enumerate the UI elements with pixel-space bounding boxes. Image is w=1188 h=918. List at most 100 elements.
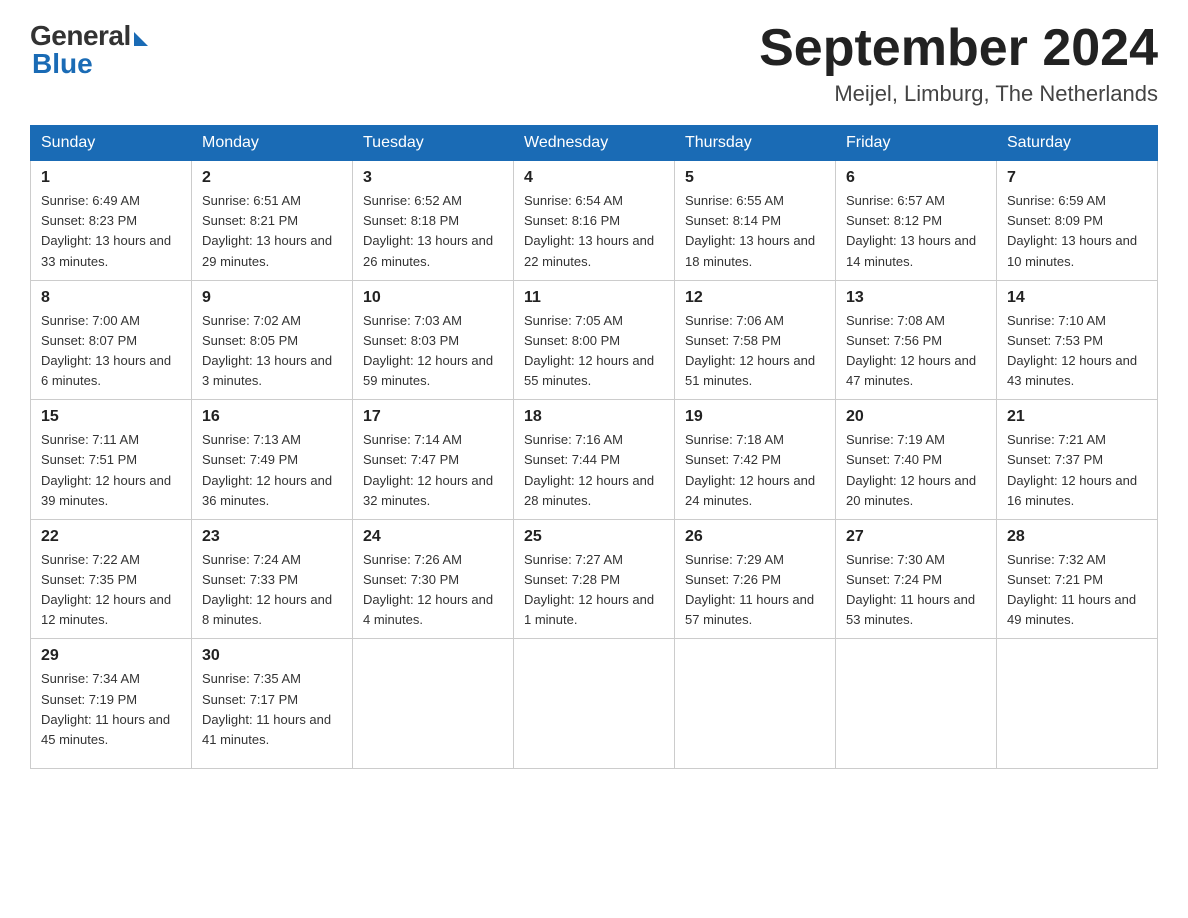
day-number: 27 [846,528,986,546]
day-info: Sunrise: 7:11 AMSunset: 7:51 PMDaylight:… [41,430,181,511]
day-number: 16 [202,408,342,426]
day-info: Sunrise: 7:19 AMSunset: 7:40 PMDaylight:… [846,430,986,511]
day-number: 23 [202,528,342,546]
location: Meijel, Limburg, The Netherlands [759,81,1158,107]
calendar-table: SundayMondayTuesdayWednesdayThursdayFrid… [30,125,1158,769]
logo-arrow-icon [134,32,148,46]
day-info: Sunrise: 7:13 AMSunset: 7:49 PMDaylight:… [202,430,342,511]
calendar-day-cell: 20 Sunrise: 7:19 AMSunset: 7:40 PMDayligh… [836,400,997,520]
day-number: 17 [363,408,503,426]
day-info: Sunrise: 7:34 AMSunset: 7:19 PMDaylight:… [41,669,181,750]
day-info: Sunrise: 7:05 AMSunset: 8:00 PMDaylight:… [524,311,664,392]
calendar-day-cell: 19 Sunrise: 7:18 AMSunset: 7:42 PMDayligh… [675,400,836,520]
day-info: Sunrise: 7:27 AMSunset: 7:28 PMDaylight:… [524,550,664,631]
day-info: Sunrise: 7:32 AMSunset: 7:21 PMDaylight:… [1007,550,1147,631]
day-number: 25 [524,528,664,546]
day-info: Sunrise: 7:35 AMSunset: 7:17 PMDaylight:… [202,669,342,750]
day-number: 28 [1007,528,1147,546]
calendar-day-cell: 16 Sunrise: 7:13 AMSunset: 7:49 PMDayligh… [192,400,353,520]
day-info: Sunrise: 7:30 AMSunset: 7:24 PMDaylight:… [846,550,986,631]
day-number: 15 [41,408,181,426]
day-number: 19 [685,408,825,426]
day-number: 10 [363,289,503,307]
calendar-day-cell: 4 Sunrise: 6:54 AMSunset: 8:16 PMDaylight… [514,161,675,281]
calendar-day-cell [836,639,997,769]
calendar-day-cell: 25 Sunrise: 7:27 AMSunset: 7:28 PMDayligh… [514,519,675,639]
day-info: Sunrise: 7:22 AMSunset: 7:35 PMDaylight:… [41,550,181,631]
calendar-week-row: 8Sunrise: 7:00 AMSunset: 8:07 PMDaylight… [31,280,1158,400]
calendar-day-cell: 7 Sunrise: 6:59 AMSunset: 8:09 PMDaylight… [997,161,1158,281]
day-number: 5 [685,169,825,187]
calendar-week-row: 22 Sunrise: 7:22 AMSunset: 7:35 PMDayligh… [31,519,1158,639]
calendar-day-cell: 9Sunrise: 7:02 AMSunset: 8:05 PMDaylight… [192,280,353,400]
day-of-week-header: Friday [836,126,997,161]
day-number: 26 [685,528,825,546]
day-number: 20 [846,408,986,426]
day-number: 6 [846,169,986,187]
calendar-day-cell: 21 Sunrise: 7:21 AMSunset: 7:37 PMDayligh… [997,400,1158,520]
day-info: Sunrise: 6:51 AMSunset: 8:21 PMDaylight:… [202,191,342,272]
calendar-day-cell: 11 Sunrise: 7:05 AMSunset: 8:00 PMDayligh… [514,280,675,400]
calendar-day-cell: 8Sunrise: 7:00 AMSunset: 8:07 PMDaylight… [31,280,192,400]
day-info: Sunrise: 6:49 AMSunset: 8:23 PMDaylight:… [41,191,181,272]
calendar-day-cell: 18 Sunrise: 7:16 AMSunset: 7:44 PMDayligh… [514,400,675,520]
day-info: Sunrise: 6:55 AMSunset: 8:14 PMDaylight:… [685,191,825,272]
day-of-week-header: Saturday [997,126,1158,161]
day-info: Sunrise: 6:54 AMSunset: 8:16 PMDaylight:… [524,191,664,272]
day-number: 3 [363,169,503,187]
day-number: 29 [41,647,181,665]
calendar-day-cell: 12 Sunrise: 7:06 AMSunset: 7:58 PMDayligh… [675,280,836,400]
day-info: Sunrise: 6:57 AMSunset: 8:12 PMDaylight:… [846,191,986,272]
day-number: 18 [524,408,664,426]
day-number: 8 [41,289,181,307]
page-header: General Blue September 2024 Meijel, Limb… [30,20,1158,107]
calendar-day-cell: 24Sunrise: 7:26 AMSunset: 7:30 PMDayligh… [353,519,514,639]
calendar-day-cell: 1Sunrise: 6:49 AMSunset: 8:23 PMDaylight… [31,161,192,281]
calendar-day-cell: 27 Sunrise: 7:30 AMSunset: 7:24 PMDayligh… [836,519,997,639]
day-info: Sunrise: 7:02 AMSunset: 8:05 PMDaylight:… [202,311,342,392]
day-info: Sunrise: 7:18 AMSunset: 7:42 PMDaylight:… [685,430,825,511]
day-number: 30 [202,647,342,665]
month-title: September 2024 [759,20,1158,77]
day-number: 12 [685,289,825,307]
day-number: 21 [1007,408,1147,426]
calendar-week-row: 1Sunrise: 6:49 AMSunset: 8:23 PMDaylight… [31,161,1158,281]
day-info: Sunrise: 6:59 AMSunset: 8:09 PMDaylight:… [1007,191,1147,272]
logo-blue-text: Blue [30,48,93,80]
day-of-week-header: Sunday [31,126,192,161]
calendar-day-cell: 13 Sunrise: 7:08 AMSunset: 7:56 PMDayligh… [836,280,997,400]
day-of-week-header: Wednesday [514,126,675,161]
day-info: Sunrise: 6:52 AMSunset: 8:18 PMDaylight:… [363,191,503,272]
day-info: Sunrise: 7:21 AMSunset: 7:37 PMDaylight:… [1007,430,1147,511]
day-of-week-header: Thursday [675,126,836,161]
day-info: Sunrise: 7:29 AMSunset: 7:26 PMDaylight:… [685,550,825,631]
calendar-day-cell: 30 Sunrise: 7:35 AMSunset: 7:17 PMDayligh… [192,639,353,769]
calendar-day-cell: 17 Sunrise: 7:14 AMSunset: 7:47 PMDayligh… [353,400,514,520]
title-section: September 2024 Meijel, Limburg, The Neth… [759,20,1158,107]
calendar-day-cell: 29 Sunrise: 7:34 AMSunset: 7:19 PMDayligh… [31,639,192,769]
calendar-header-row: SundayMondayTuesdayWednesdayThursdayFrid… [31,126,1158,161]
day-number: 22 [41,528,181,546]
calendar-week-row: 29 Sunrise: 7:34 AMSunset: 7:19 PMDayligh… [31,639,1158,769]
calendar-day-cell: 14Sunrise: 7:10 AMSunset: 7:53 PMDayligh… [997,280,1158,400]
calendar-day-cell: 23 Sunrise: 7:24 AMSunset: 7:33 PMDayligh… [192,519,353,639]
day-info: Sunrise: 7:06 AMSunset: 7:58 PMDaylight:… [685,311,825,392]
calendar-day-cell: 5 Sunrise: 6:55 AMSunset: 8:14 PMDaylight… [675,161,836,281]
day-number: 7 [1007,169,1147,187]
day-number: 2 [202,169,342,187]
calendar-day-cell: 2 Sunrise: 6:51 AMSunset: 8:21 PMDaylight… [192,161,353,281]
day-number: 11 [524,289,664,307]
day-info: Sunrise: 7:24 AMSunset: 7:33 PMDaylight:… [202,550,342,631]
day-info: Sunrise: 7:16 AMSunset: 7:44 PMDaylight:… [524,430,664,511]
day-number: 13 [846,289,986,307]
day-info: Sunrise: 7:08 AMSunset: 7:56 PMDaylight:… [846,311,986,392]
calendar-day-cell: 6 Sunrise: 6:57 AMSunset: 8:12 PMDaylight… [836,161,997,281]
day-of-week-header: Monday [192,126,353,161]
day-number: 4 [524,169,664,187]
calendar-day-cell: 3 Sunrise: 6:52 AMSunset: 8:18 PMDaylight… [353,161,514,281]
day-info: Sunrise: 7:14 AMSunset: 7:47 PMDaylight:… [363,430,503,511]
calendar-day-cell: 22 Sunrise: 7:22 AMSunset: 7:35 PMDayligh… [31,519,192,639]
calendar-day-cell: 15 Sunrise: 7:11 AMSunset: 7:51 PMDayligh… [31,400,192,520]
calendar-day-cell [997,639,1158,769]
day-number: 14 [1007,289,1147,307]
